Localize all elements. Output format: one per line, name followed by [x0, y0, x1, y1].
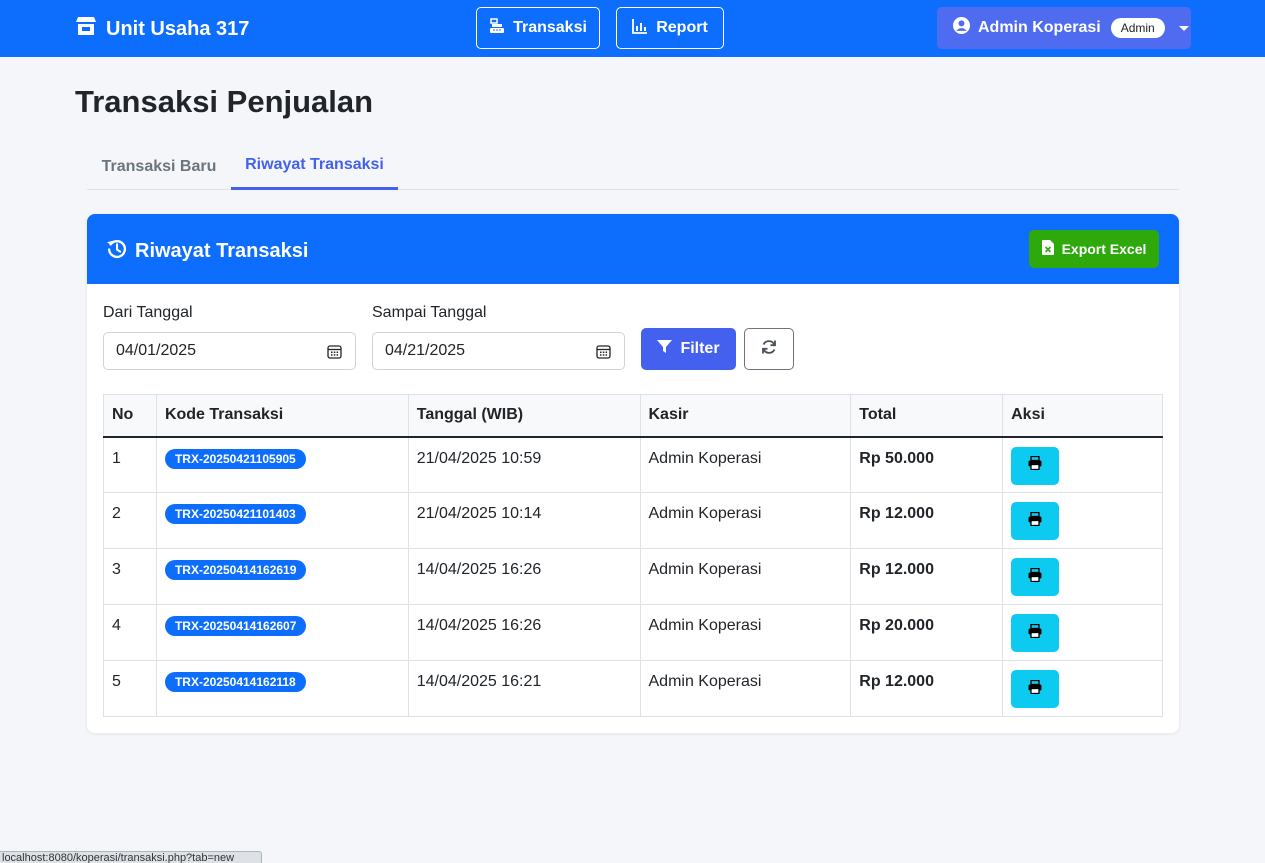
row-actions [1002, 548, 1163, 605]
row-actions [1002, 436, 1163, 493]
print-button[interactable] [1011, 670, 1060, 708]
row-actions [1002, 492, 1163, 549]
page-title: Transaksi Penjualan [75, 84, 374, 119]
table-row: 2 TRX-20250421101403 21/04/2025 10:14 Ad… [103, 492, 1163, 549]
chevron-down-icon [1178, 25, 1189, 31]
row-code-cell: TRX-20250421101403 [155, 492, 409, 549]
print-button[interactable] [1011, 558, 1060, 596]
nav-report-button[interactable]: Report [616, 7, 724, 49]
print-icon [1028, 455, 1042, 475]
transaction-code-badge: TRX-20250414162118 [164, 672, 306, 692]
row-date: 21/04/2025 10:14 [407, 492, 641, 549]
row-cashier: Admin Koperasi [639, 436, 852, 493]
export-excel-label: Export Excel [1061, 241, 1147, 257]
row-date: 14/04/2025 16:21 [407, 660, 641, 717]
file-excel-icon [1041, 240, 1054, 258]
store-icon [75, 16, 97, 42]
filter-icon [657, 339, 673, 359]
from-date-input[interactable]: 04/01/2025 [103, 332, 356, 370]
row-total: Rp 20.000 [850, 604, 1004, 661]
card-header: Riwayat Transaksi Export Excel [87, 214, 1179, 284]
transaction-code-badge: TRX-20250414162619 [164, 560, 307, 580]
to-date-input[interactable]: 04/21/2025 [372, 332, 625, 370]
nav-transaksi-button[interactable]: Transaksi [476, 7, 600, 49]
user-menu-button[interactable]: Admin Koperasi Admin [937, 7, 1191, 49]
print-icon [1028, 623, 1042, 643]
sync-icon [761, 339, 777, 360]
row-code-cell: TRX-20250414162118 [155, 660, 409, 717]
role-badge: Admin [1110, 18, 1165, 38]
row-date: 14/04/2025 16:26 [407, 604, 641, 661]
transaction-code-badge: TRX-20250414162607 [164, 616, 307, 636]
transactions-table: No Kode Transaksi Tanggal (WIB) Kasir To… [103, 394, 1163, 717]
table-row: 3 TRX-20250414162619 14/04/2025 16:26 Ad… [103, 548, 1163, 605]
tabs: Transaksi Baru Riwayat Transaksi [87, 143, 1179, 190]
row-cashier: Admin Koperasi [639, 604, 852, 661]
to-date-value: 04/21/2025 [385, 342, 466, 359]
row-total: Rp 12.000 [850, 548, 1004, 605]
row-date: 21/04/2025 10:59 [407, 436, 641, 493]
filter-button[interactable]: Filter [641, 328, 736, 370]
top-navbar: Unit Usaha 317 Transaksi Report Admin Ko… [0, 0, 1265, 57]
history-icon [106, 238, 127, 265]
print-button[interactable] [1011, 614, 1060, 652]
row-actions [1002, 604, 1163, 661]
col-tanggal[interactable]: Tanggal (WIB) [407, 394, 641, 438]
col-kode[interactable]: Kode Transaksi [155, 394, 409, 438]
col-total[interactable]: Total [850, 394, 1004, 438]
export-excel-button[interactable]: Export Excel [1029, 230, 1159, 268]
row-total: Rp 50.000 [850, 436, 1004, 493]
table-header-row: No Kode Transaksi Tanggal (WIB) Kasir To… [103, 394, 1163, 438]
browser-status-bar: localhost:8080/koperasi/transaksi.php?ta… [0, 851, 262, 863]
print-button[interactable] [1011, 502, 1060, 540]
print-icon [1028, 679, 1042, 699]
transaction-code-badge: TRX-20250421105905 [164, 448, 306, 469]
calendar-icon[interactable] [327, 344, 342, 359]
card-title: Riwayat Transaksi [106, 238, 308, 265]
print-icon [1028, 567, 1042, 587]
print-button[interactable] [1011, 446, 1060, 485]
row-code-cell: TRX-20250414162607 [155, 604, 409, 661]
user-circle-icon [953, 17, 970, 39]
tab-transaksi-baru[interactable]: Transaksi Baru [87, 143, 231, 190]
to-date-label: Sampai Tanggal [372, 304, 487, 321]
row-no: 3 [103, 548, 157, 605]
col-aksi: Aksi [1002, 394, 1163, 438]
nav-transaksi-label: Transaksi [513, 19, 587, 36]
row-cashier: Admin Koperasi [639, 660, 852, 717]
filter-label: Filter [680, 340, 720, 357]
table-row: 5 TRX-20250414162118 14/04/2025 16:21 Ad… [103, 660, 1163, 717]
row-cashier: Admin Koperasi [639, 492, 852, 549]
reset-button[interactable] [744, 328, 794, 370]
transaction-code-badge: TRX-20250421101403 [164, 504, 306, 524]
calendar-icon[interactable] [596, 344, 611, 359]
brand[interactable]: Unit Usaha 317 [75, 16, 249, 42]
from-date-label: Dari Tanggal [103, 304, 193, 321]
card-title-text: Riwayat Transaksi [135, 240, 309, 262]
row-no: 1 [103, 436, 157, 493]
row-cashier: Admin Koperasi [639, 548, 852, 605]
brand-name: Unit Usaha 317 [106, 17, 250, 40]
print-icon [1028, 511, 1042, 531]
cash-register-icon [489, 17, 505, 39]
chart-line-icon [632, 18, 648, 39]
history-card: Riwayat Transaksi Export Excel Dari Tang… [87, 214, 1179, 733]
row-no: 5 [103, 660, 157, 717]
row-code-cell: TRX-20250414162619 [155, 548, 409, 605]
from-date-value: 04/01/2025 [116, 342, 197, 359]
row-date: 14/04/2025 16:26 [407, 548, 641, 605]
row-no: 4 [103, 604, 157, 661]
col-kasir[interactable]: Kasir [639, 394, 852, 438]
nav-report-label: Report [656, 19, 708, 36]
row-total: Rp 12.000 [850, 660, 1004, 717]
user-name: Admin Koperasi [978, 19, 1101, 36]
row-total: Rp 12.000 [850, 492, 1004, 549]
table-row: 4 TRX-20250414162607 14/04/2025 16:26 Ad… [103, 604, 1163, 661]
row-actions [1002, 660, 1163, 717]
col-no[interactable]: No [103, 394, 157, 438]
row-code-cell: TRX-20250421105905 [155, 436, 409, 493]
table-row: 1 TRX-20250421105905 21/04/2025 10:59 Ad… [103, 436, 1163, 493]
tab-riwayat-transaksi[interactable]: Riwayat Transaksi [231, 143, 398, 190]
row-no: 2 [103, 492, 157, 549]
